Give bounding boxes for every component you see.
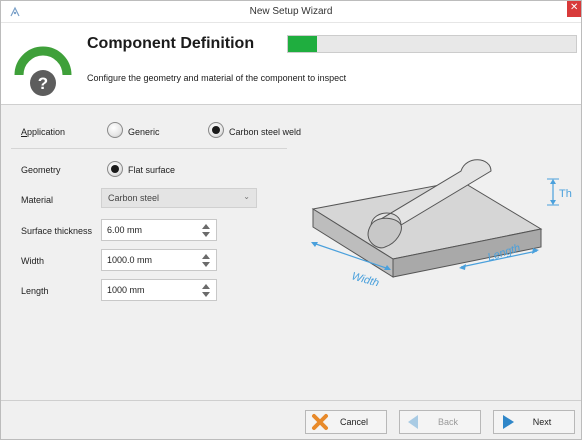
material-select-value: Carbon steel [108, 193, 160, 203]
width-spinbox[interactable]: 1000.0 mm [101, 249, 217, 271]
back-button[interactable]: Back [399, 410, 481, 434]
wizard-header: ? Component Definition Configure the geo… [1, 23, 581, 105]
length-value[interactable]: 1000 mm [107, 285, 145, 295]
radio-carbon-steel-weld-label[interactable]: Carbon steel weld [229, 127, 301, 137]
surface-thickness-value[interactable]: 6.00 mm [107, 225, 142, 235]
radio-flat-surface-label[interactable]: Flat surface [128, 165, 175, 175]
next-button[interactable]: Next [493, 410, 575, 434]
width-label: Width [21, 256, 45, 266]
wizard-window: New Setup Wizard ✕ ? Component Definitio… [0, 0, 582, 440]
spin-up-icon[interactable] [202, 224, 210, 229]
progress-fill [288, 36, 317, 52]
width-dimension-label: Width [350, 270, 380, 286]
title-bar: New Setup Wizard ✕ [1, 1, 581, 23]
spin-down-icon[interactable] [202, 262, 210, 267]
help-logo-icon: ? [14, 46, 72, 96]
material-label: Material [21, 195, 54, 205]
radio-generic-label[interactable]: Generic [128, 127, 160, 137]
application-label-text: pplication [27, 127, 66, 137]
page-subtitle: Configure the geometry and material of t… [87, 73, 347, 83]
back-button-label[interactable]: Back [400, 417, 480, 427]
width-value[interactable]: 1000.0 mm [107, 255, 152, 265]
svg-text:?: ? [38, 74, 48, 93]
section-divider [11, 148, 287, 149]
wizard-footer: Cancel Back Next [1, 400, 581, 439]
radio-carbon-steel-weld[interactable] [208, 122, 224, 138]
wizard-progress-bar [287, 35, 577, 53]
weld-plate-illustration: Th Width Length [311, 159, 572, 286]
radio-flat-surface[interactable] [107, 161, 123, 177]
thickness-dimension-label: Th [559, 188, 572, 200]
material-select[interactable]: Carbon steel ⌄ [101, 188, 257, 208]
geometry-label: Geometry [21, 165, 61, 175]
cancel-button[interactable]: Cancel [305, 410, 387, 434]
spin-down-icon[interactable] [202, 232, 210, 237]
length-label: Length [21, 286, 49, 296]
length-spinbox[interactable]: 1000 mm [101, 279, 217, 301]
close-icon[interactable]: ✕ [570, 2, 578, 14]
page-title: Component Definition [87, 35, 255, 52]
application-label: Application [21, 127, 66, 137]
window-title: New Setup Wizard [249, 6, 333, 17]
surface-thickness-spinbox[interactable]: 6.00 mm [101, 219, 217, 241]
spin-up-icon[interactable] [202, 254, 210, 259]
next-button-label[interactable]: Next [494, 417, 574, 427]
radio-generic[interactable] [107, 122, 123, 138]
surface-thickness-label: Surface thickness [21, 226, 93, 236]
chevron-down-icon[interactable]: ⌄ [243, 192, 250, 201]
close-button[interactable]: ✕ [567, 1, 581, 17]
spin-up-icon[interactable] [202, 284, 210, 289]
spin-down-icon[interactable] [202, 292, 210, 297]
cancel-button-label[interactable]: Cancel [306, 417, 386, 427]
